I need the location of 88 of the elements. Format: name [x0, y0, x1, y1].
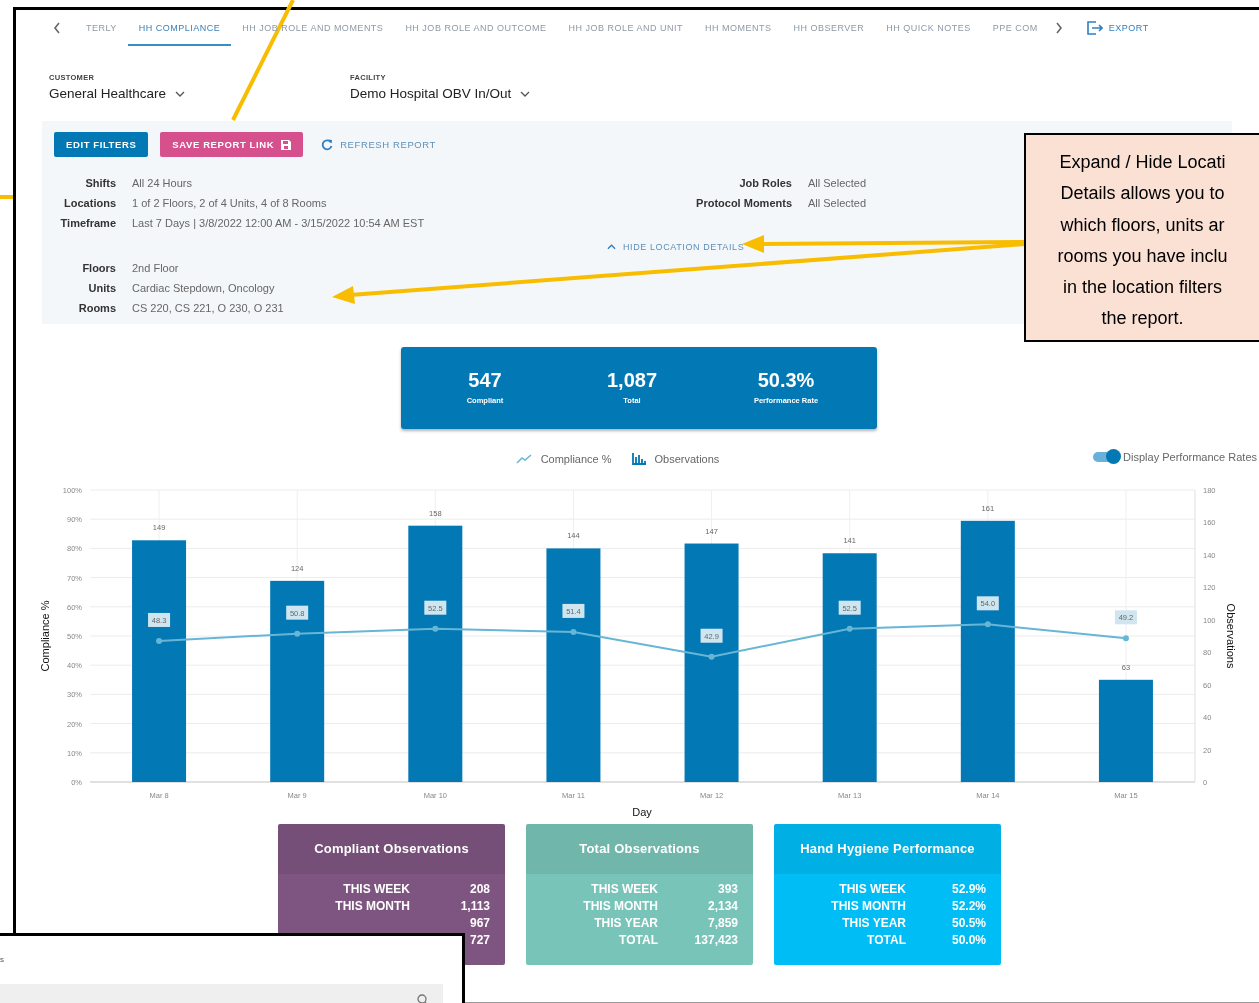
stat-label: THIS YEAR: [593, 916, 658, 930]
report-tab[interactable]: TERLY: [75, 10, 128, 46]
card-title: Hand Hygiene Performance: [774, 824, 1001, 874]
chart-point: [708, 653, 715, 660]
filter-value: All Selected: [808, 177, 867, 190]
location-value: 2nd Floor: [132, 262, 179, 275]
stat-value: 208: [468, 882, 490, 896]
save-report-link-button[interactable]: SAVE REPORT LINK: [160, 132, 304, 157]
kpi-value: 50.3%: [756, 369, 816, 392]
refresh-report-button[interactable]: REFRESH REPORT: [315, 132, 442, 157]
legend-label: Observations: [654, 453, 720, 465]
toggle-switch[interactable]: [1093, 452, 1120, 462]
filter-label: Timeframe: [59, 217, 116, 230]
hide-location-details-button[interactable]: HIDE LOCATION DETAILS: [607, 242, 745, 252]
axis-title: Observations: [1225, 603, 1237, 669]
location-label: Rooms: [77, 302, 116, 315]
chevron-down-icon: [520, 90, 531, 97]
selector-dropdown[interactable]: Demo Hospital OBV In/Out: [350, 86, 531, 101]
stat-label: THIS MONTH: [582, 899, 658, 913]
stat-value: 967: [468, 916, 490, 930]
selector-dropdown[interactable]: General Healthcare: [49, 86, 186, 101]
location-label: Floors: [81, 262, 116, 275]
location-value: CS 220, CS 221, O 230, O 231: [132, 302, 284, 315]
chevron-right-icon[interactable]: [1054, 22, 1063, 34]
stat-value: 50.5%: [950, 916, 986, 930]
stat-value: 1,113: [459, 899, 490, 913]
kpi-value: 547: [467, 369, 503, 392]
stat-label: THIS YEAR: [841, 916, 906, 930]
report-tab[interactable]: HH JOB ROLE AND UNIT: [557, 10, 694, 46]
stat-value: 2,134: [706, 899, 738, 913]
filter-label: Locations: [63, 197, 116, 210]
stat-label: THIS WEEK: [838, 882, 906, 896]
filter-value: Last 7 Days | 3/8/2022 12:00 AM - 3/15/2022 10:54 AM EST: [132, 217, 425, 230]
report-tab[interactable]: PPE COM: [981, 10, 1049, 46]
refresh-icon: [321, 138, 334, 151]
card-title: Total Observations: [526, 824, 753, 874]
edit-filters-button[interactable]: EDIT FILTERS: [54, 132, 149, 157]
filter-label: Shifts: [84, 177, 116, 190]
toggle-label: Display Performance Rates: [1123, 451, 1257, 463]
report-tab[interactable]: HH JOB ROLE AND OUTCOME: [394, 10, 558, 46]
chart-point: [984, 621, 991, 628]
legend-label: Compliance %: [540, 453, 612, 465]
export-icon: [1086, 21, 1103, 35]
filter-label: Job Roles: [738, 177, 792, 190]
search-icon: [417, 994, 429, 1003]
stat-label: THIS WEEK: [590, 882, 658, 896]
window-title: s: [0, 955, 4, 964]
axis-title: Compliance %: [39, 600, 51, 672]
location-value: Cardiac Stepdown, Oncology: [132, 282, 275, 295]
filter-value: All 24 Hours: [132, 177, 192, 190]
search-field[interactable]: [0, 984, 443, 1003]
data-label-background: [1114, 610, 1137, 625]
stat-value: 52.2%: [950, 899, 986, 913]
report-tab[interactable]: HH COMPLIANCE: [127, 10, 232, 46]
stat-value: 393: [716, 882, 738, 896]
chart-point: [432, 625, 439, 632]
chart-point: [294, 630, 301, 637]
stat-label: THIS MONTH: [830, 899, 906, 913]
location-label: Units: [87, 282, 116, 295]
stat-value: 137,423: [693, 933, 738, 947]
card-title: Compliant Observations: [278, 824, 505, 874]
stat-value: 7,859: [706, 916, 738, 930]
chevron-left-icon[interactable]: [53, 22, 61, 34]
axis-title: Day: [632, 806, 652, 818]
chart-point: [1122, 635, 1129, 642]
filter-value: 1 of 2 Floors, 2 of 4 Units, 4 of 8 Rooms: [132, 197, 327, 210]
stat-label: TOTAL: [866, 933, 906, 947]
stat-label: THIS WEEK: [342, 882, 410, 896]
leader-line: [0, 195, 13, 199]
filter-label: Protocol Moments: [695, 197, 792, 210]
stat-value: 50.0%: [950, 933, 986, 947]
stat-label: THIS MONTH: [334, 899, 410, 913]
data-label-background: [976, 596, 999, 611]
stat-value: 727: [468, 933, 490, 947]
chevron-down-icon: [175, 90, 186, 97]
chevron-up-icon: [607, 244, 616, 250]
report-tab[interactable]: HH QUICK NOTES: [875, 10, 982, 46]
filter-value: All Selected: [808, 197, 867, 210]
stat-label: TOTAL: [618, 933, 658, 947]
chart-point: [846, 625, 853, 632]
callout-text: Expand / Hide Locati Details allows you to which floors, units ar rooms you have inclu in the location filters the report.: [1057, 151, 1228, 331]
report-tab[interactable]: HH MOMENTS: [693, 10, 783, 46]
report-tab[interactable]: HH OBSERVER: [782, 10, 876, 46]
export-button[interactable]: EXPORT: [1086, 21, 1149, 35]
chart-point: [156, 637, 163, 644]
kpi-value: 1,087: [605, 369, 659, 392]
stat-value: 52.9%: [950, 882, 986, 896]
chart-point: [570, 628, 577, 635]
